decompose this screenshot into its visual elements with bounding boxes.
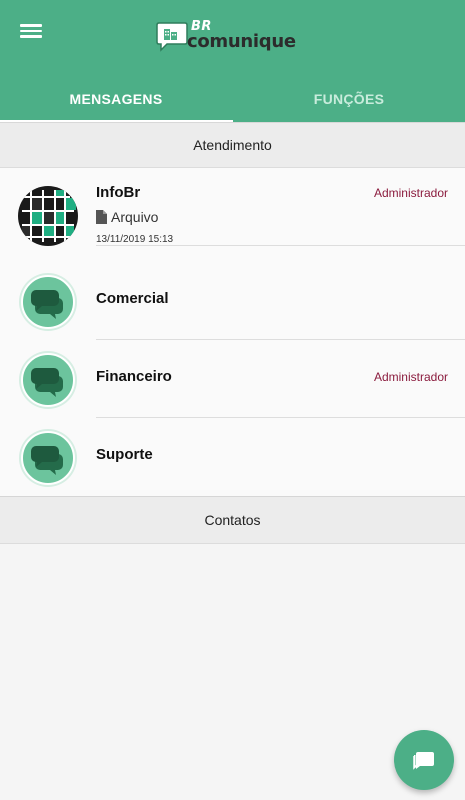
last-message-text: Arquivo xyxy=(111,209,159,225)
conversation-name: Financeiro xyxy=(96,368,172,385)
conversation-name: InfoBr xyxy=(96,184,141,201)
logo-wordmark: comunique xyxy=(187,31,296,52)
conversation-row-suporte[interactable]: Suporte xyxy=(0,418,465,496)
row-divider xyxy=(96,245,465,246)
chat-bubbles-avatar xyxy=(18,428,78,488)
chat-bubbles-avatar xyxy=(18,350,78,410)
app-bar: BR comunique MENSAGENS FUNÇÕES xyxy=(0,0,465,124)
conversation-role-badge: Administrador xyxy=(373,186,448,200)
last-message-timestamp: 13/11/2019 15:13 xyxy=(96,234,174,245)
conversation-name: Comercial xyxy=(96,290,169,307)
tab-bar: MENSAGENS FUNÇÕES xyxy=(0,74,465,124)
tab-funcoes[interactable]: FUNÇÕES xyxy=(233,74,465,124)
last-message-preview: Arquivo xyxy=(96,209,158,225)
logo-bubble-icon xyxy=(156,22,188,52)
conversation-row-comercial[interactable]: Comercial xyxy=(0,262,465,340)
infobr-logo-icon xyxy=(18,186,78,246)
brand-logo: BR comunique xyxy=(155,18,315,58)
conversation-row-financeiro[interactable]: Financeiro Administrador xyxy=(0,340,465,418)
conversation-list: InfoBr Administrador Arquivo 13/11/2019 … xyxy=(0,168,465,496)
file-icon xyxy=(96,210,107,224)
section-header-atendimento: Atendimento xyxy=(0,122,465,168)
conversation-role-badge: Administrador xyxy=(373,370,448,384)
chat-bubbles-icon xyxy=(19,273,77,331)
conversation-row-infobr[interactable]: InfoBr Administrador Arquivo 13/11/2019 … xyxy=(0,168,465,246)
section-header-contatos: Contatos xyxy=(0,496,465,544)
chat-bubbles-icon xyxy=(19,351,77,409)
tab-mensagens[interactable]: MENSAGENS xyxy=(0,74,232,124)
chat-bubbles-avatar xyxy=(18,272,78,332)
new-chat-icon xyxy=(413,752,434,770)
chat-bubbles-icon xyxy=(19,429,77,487)
infobr-logo-avatar xyxy=(18,186,78,246)
conversation-name: Suporte xyxy=(96,446,153,463)
hamburger-menu-icon[interactable] xyxy=(18,22,44,44)
new-chat-button[interactable] xyxy=(394,730,454,790)
